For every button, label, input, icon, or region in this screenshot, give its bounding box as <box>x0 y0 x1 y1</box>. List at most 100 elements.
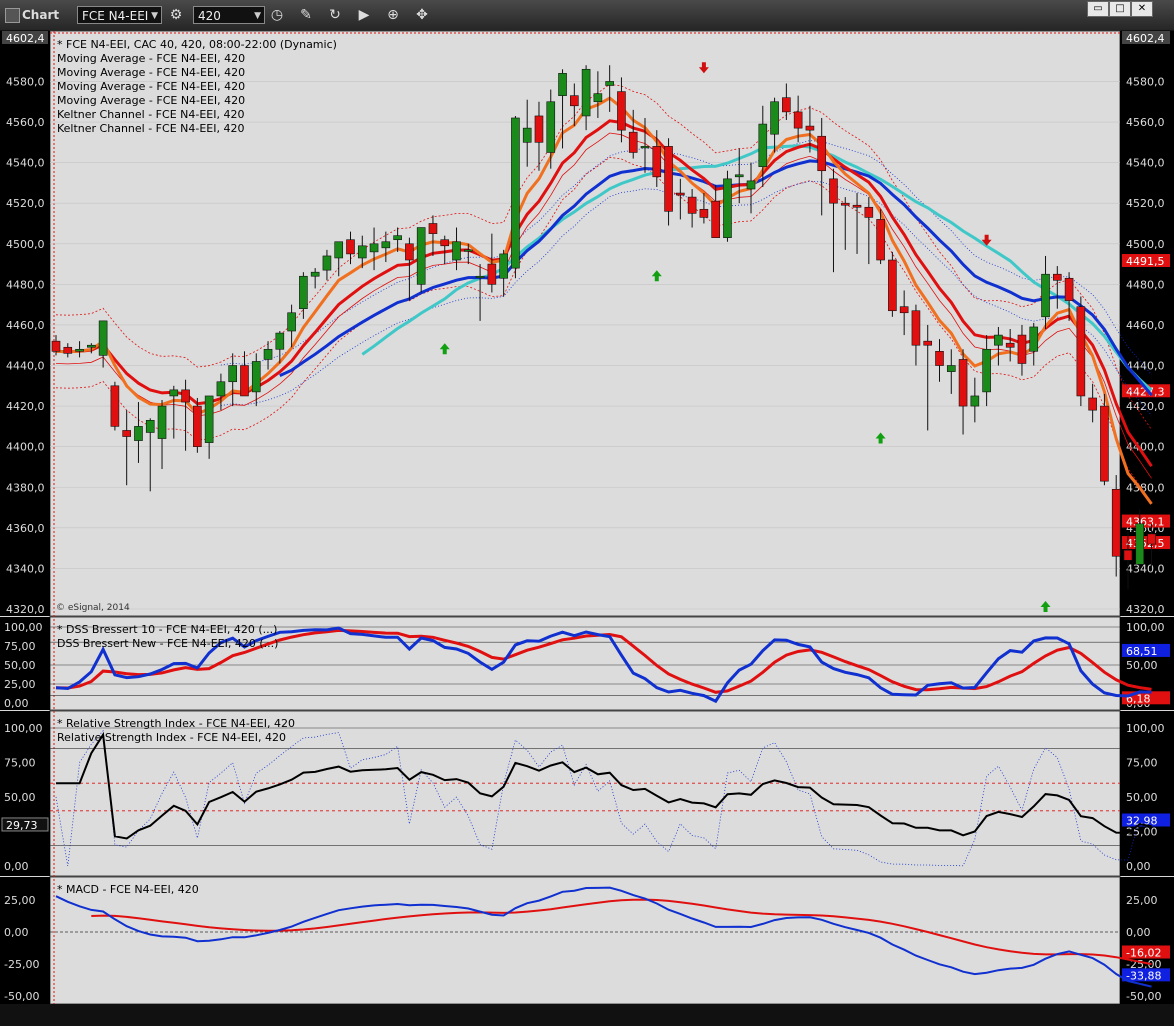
price-tick-label: 4340,0 <box>1126 562 1165 575</box>
candle-up <box>169 389 179 397</box>
price-tick-label: 4420,0 <box>1126 400 1165 413</box>
candle-up <box>522 127 532 143</box>
candle-up <box>946 365 956 372</box>
candle-up <box>287 312 296 332</box>
candle-up <box>310 271 320 277</box>
candle-up <box>982 348 991 393</box>
price-tick-label-left: 4540,0 <box>6 157 45 170</box>
price-legend-line: Keltner Channel - FCE N4-EEI, 420 <box>57 108 244 121</box>
price-tick-label-left: 4460,0 <box>6 319 45 332</box>
macd-tick-label: 25,00 <box>1126 894 1158 907</box>
price-tick-label-left: 4440,0 <box>6 360 45 373</box>
price-tick-label: 4460,0 <box>1126 319 1165 332</box>
candle-up <box>970 395 980 407</box>
candle-down <box>1017 334 1027 364</box>
candle-up <box>157 405 167 439</box>
candle-down <box>122 430 131 437</box>
candle-down <box>193 405 202 447</box>
price-tick-label: 4540,0 <box>1126 157 1165 170</box>
price-top-value: 4602,4 <box>1126 32 1165 45</box>
price-tick-label: 4580,0 <box>1126 75 1165 88</box>
candle-down <box>1076 306 1086 397</box>
macd-tick-label: 0,00 <box>1126 926 1151 939</box>
candle-up <box>546 101 556 153</box>
price-tick-label-left: 4380,0 <box>6 481 45 494</box>
candle-up <box>758 123 768 167</box>
candle-down <box>617 91 626 131</box>
candle-up <box>145 419 155 433</box>
candle-down <box>840 202 850 206</box>
candle-down <box>63 346 73 354</box>
candle-up <box>134 426 143 441</box>
candle-up <box>299 275 308 310</box>
price-tick-label: 4380,0 <box>1126 481 1165 494</box>
price-legend-line: Keltner Channel - FCE N4-EEI, 420 <box>57 122 244 135</box>
price-tick-label-left: 4340,0 <box>6 562 45 575</box>
candle-down <box>570 95 579 107</box>
price-legend-line: Moving Average - FCE N4-EEI, 420 <box>57 52 245 65</box>
candle-up <box>463 249 473 252</box>
price-legend-line: * FCE N4-EEI, CAC 40, 420, 08:00-22:00 (… <box>57 38 337 51</box>
price-tick-label-left: 4560,0 <box>6 116 45 129</box>
candle-up <box>87 344 96 348</box>
dss-tick-label-left: 75,00 <box>4 640 36 653</box>
price-tick-label: 4480,0 <box>1126 278 1165 291</box>
rsi-tick-label-left: 0,00 <box>4 860 29 873</box>
candle-up <box>723 178 732 238</box>
candle-down <box>911 310 921 346</box>
candle-down <box>534 115 544 143</box>
dss-tick-label-left: 100,00 <box>4 621 43 634</box>
macd-value-tag-label: -16,02 <box>1126 947 1161 960</box>
macd-tick-label-left: 25,00 <box>4 894 36 907</box>
candle-up <box>558 73 567 96</box>
candle-up <box>263 348 273 360</box>
candle-down <box>864 206 874 218</box>
candle-up <box>770 101 779 135</box>
candle-up <box>75 348 84 352</box>
candle-up <box>322 255 332 271</box>
time-axis-bar <box>0 1004 1174 1026</box>
candle-down <box>699 208 709 218</box>
candle-down <box>711 200 720 238</box>
macd-legend-line: * MACD - FCE N4-EEI, 420 <box>57 883 199 896</box>
dss-legend-line: DSS Bressert New - FCE N4-EEI, 420 (...) <box>57 637 278 650</box>
rsi-tick-label: 50,00 <box>1126 791 1158 804</box>
candle-down <box>487 263 497 285</box>
candle-down <box>923 340 933 346</box>
price-legend-line: Moving Average - FCE N4-EEI, 420 <box>57 66 245 79</box>
candle-down <box>405 243 414 261</box>
candle-up <box>334 241 344 259</box>
rsi-tick-label-left: 100,00 <box>4 722 43 735</box>
price-legend-line: Moving Average - FCE N4-EEI, 420 <box>57 94 245 107</box>
dss-tick-label-left: 25,00 <box>4 678 36 691</box>
price-value-tag-label: 4352,5 <box>1126 537 1165 550</box>
candle-up <box>416 227 426 285</box>
chart-canvas[interactable]: 4580,0 4580,0 4560,0 4560,0 4540,0 4540,0 4520… <box>0 0 1174 1026</box>
price-tick-label-left: 4480,0 <box>6 278 45 291</box>
candle-up <box>1041 273 1050 318</box>
dss-tick-label: 50,00 <box>1126 659 1158 672</box>
candle-down <box>181 389 190 403</box>
rsi-legend-line: Relative Strength Index - FCE N4-EEI, 42… <box>57 731 286 744</box>
price-legend-line: Moving Average - FCE N4-EEI, 420 <box>57 80 245 93</box>
price-tick-label: 4400,0 <box>1126 441 1165 454</box>
dss-tick-label: 100,00 <box>1126 621 1165 634</box>
price-tick-label: 4500,0 <box>1126 238 1165 251</box>
candle-down <box>899 306 909 314</box>
candle-down <box>1005 342 1015 348</box>
candle-down <box>110 385 120 427</box>
candle-up <box>98 320 108 356</box>
dss-tick-label-left: 0,00 <box>4 697 29 710</box>
candle-up <box>251 361 261 393</box>
candle-down <box>935 351 944 366</box>
price-tick-label-left: 4520,0 <box>6 197 45 210</box>
candle-down <box>1123 549 1133 561</box>
candle-up <box>499 253 508 279</box>
candle-up <box>511 117 520 269</box>
candle-up <box>605 81 614 86</box>
candle-up <box>746 180 756 190</box>
candle-down <box>676 192 685 196</box>
price-value-tag-label: 4491,5 <box>1126 255 1165 268</box>
dss-tick-label-left: 50,00 <box>4 659 36 672</box>
candle-up <box>734 174 744 178</box>
